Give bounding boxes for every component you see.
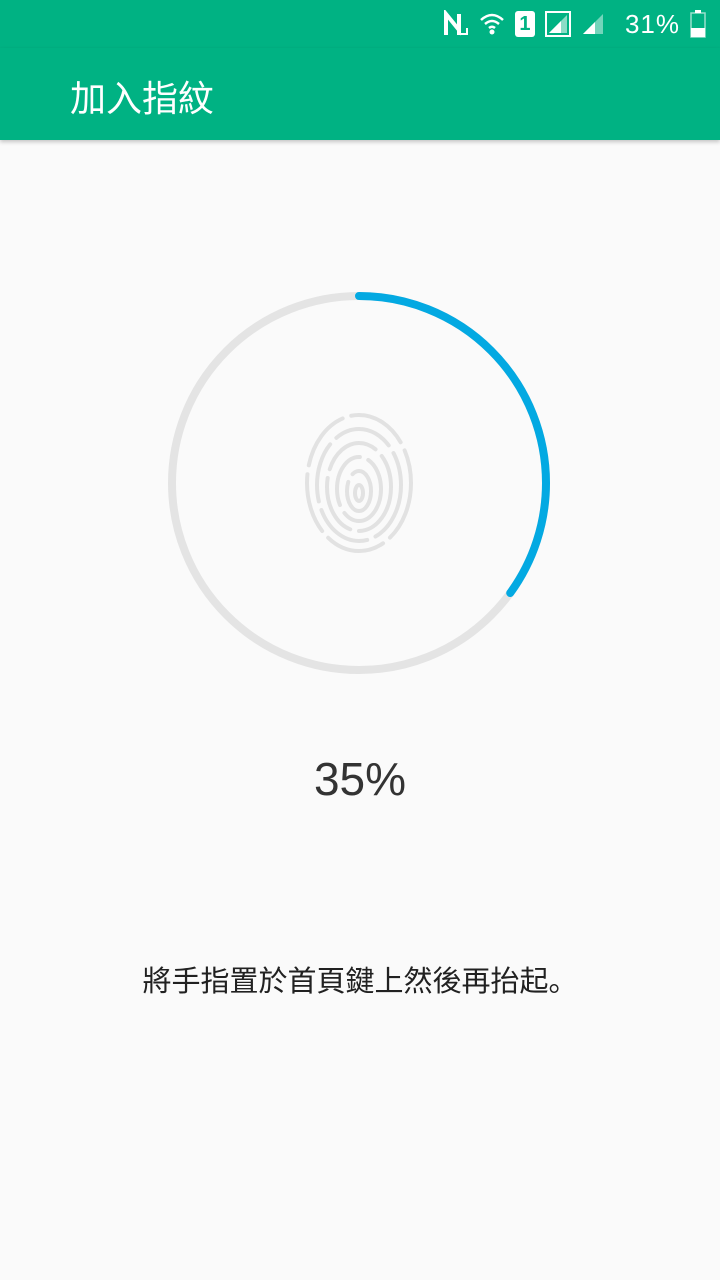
battery-percent: 31% bbox=[624, 8, 680, 39]
nfc-icon bbox=[443, 10, 469, 38]
sim-1-icon: 1 bbox=[514, 11, 535, 37]
battery-icon bbox=[690, 10, 706, 38]
status-bar: 1 31% bbox=[0, 0, 720, 48]
signal-icon bbox=[544, 11, 571, 37]
status-icons: 1 31% bbox=[443, 0, 706, 48]
page-title: 加入指紋 bbox=[70, 79, 215, 120]
instruction-text: 將手指置於首頁鍵上然後再抬起。 bbox=[142, 964, 578, 998]
sim-slot-number: 1 bbox=[519, 13, 531, 35]
app-bar: 加入指紋 bbox=[0, 48, 720, 140]
progress-ring-svg bbox=[168, 292, 550, 674]
fingerprint-icon bbox=[305, 413, 413, 553]
enrollment-progress-ring bbox=[166, 289, 556, 679]
signal-2-icon bbox=[581, 12, 605, 36]
progress-percent: 35% bbox=[313, 753, 407, 805]
fingerprint-enroll-screen: 1 31% 加入指紋 35% 將手指置於首頁鍵上然後再抬起。 bbox=[0, 0, 720, 1280]
wifi-icon bbox=[479, 11, 505, 37]
